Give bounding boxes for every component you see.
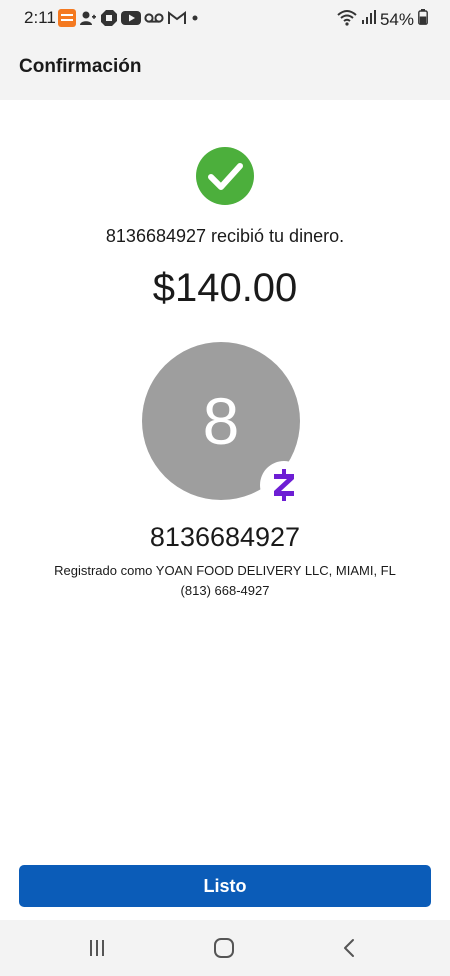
gmail-icon	[167, 10, 187, 26]
confirmation-message: 8136684927 recibió tu dinero.	[105, 226, 345, 246]
zelle-logo-icon	[260, 461, 308, 509]
app-header: Confirmación	[0, 36, 450, 100]
voicemail-icon	[144, 11, 164, 25]
recipient-phone: (813) 668-4927	[180, 583, 270, 598]
youtube-icon	[121, 10, 141, 26]
contacts-icon	[79, 9, 97, 27]
notification-icons	[58, 9, 200, 27]
status-bar: 2:11 54%	[0, 0, 450, 36]
recipient-name: 8136684927	[149, 522, 301, 552]
shopping-app-icon	[58, 9, 76, 27]
status-right: 54%	[336, 8, 428, 31]
chase-icon	[100, 9, 118, 27]
done-button[interactable]: Listo	[19, 865, 431, 907]
battery-percentage: 54%	[379, 9, 414, 29]
signal-icon	[361, 9, 376, 30]
recipient-registered-as: Registrado como YOAN FOOD DELIVERY LLC, …	[54, 563, 396, 578]
wifi-icon	[336, 8, 358, 31]
notification-dot-icon	[190, 13, 200, 23]
back-icon[interactable]	[338, 936, 362, 960]
status-time: 2:11	[24, 8, 56, 27]
success-check-icon	[196, 147, 254, 205]
transfer-amount: $140.00	[152, 266, 298, 310]
recent-apps-icon[interactable]	[85, 936, 109, 960]
page-title: Confirmación	[19, 56, 142, 77]
home-icon[interactable]	[212, 936, 236, 960]
battery-icon	[418, 9, 428, 30]
system-nav-bar	[0, 920, 450, 976]
